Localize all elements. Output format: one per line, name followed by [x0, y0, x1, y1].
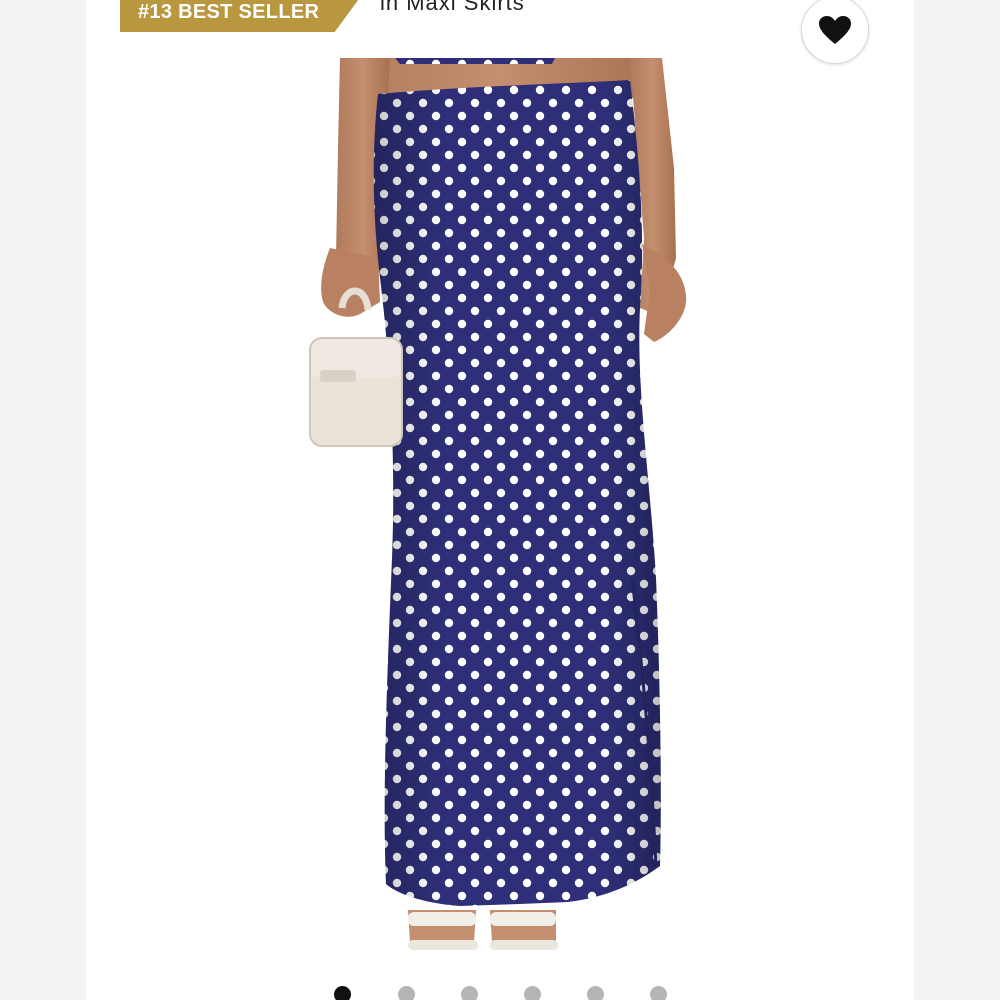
heart-icon — [819, 16, 851, 44]
carousel-dot-3[interactable] — [461, 986, 478, 1000]
carousel-dot-1[interactable] — [334, 986, 351, 1000]
product-image[interactable] — [300, 58, 720, 970]
best-seller-label: #13 BEST SELLER — [138, 0, 320, 23]
category-link[interactable]: in Maxi Skirts — [380, 0, 525, 16]
carousel-dot-2[interactable] — [398, 986, 415, 1000]
carousel-dot-4[interactable] — [524, 986, 541, 1000]
carousel-dot-5[interactable] — [587, 986, 604, 1000]
product-page: #13 BEST SELLER in Maxi Skirts — [0, 0, 1000, 1000]
carousel-dot-6[interactable] — [650, 986, 667, 1000]
image-carousel-indicators — [0, 986, 1000, 1000]
best-seller-badge: #13 BEST SELLER — [120, 0, 364, 32]
skirt — [373, 80, 661, 906]
model-feet — [408, 910, 558, 950]
